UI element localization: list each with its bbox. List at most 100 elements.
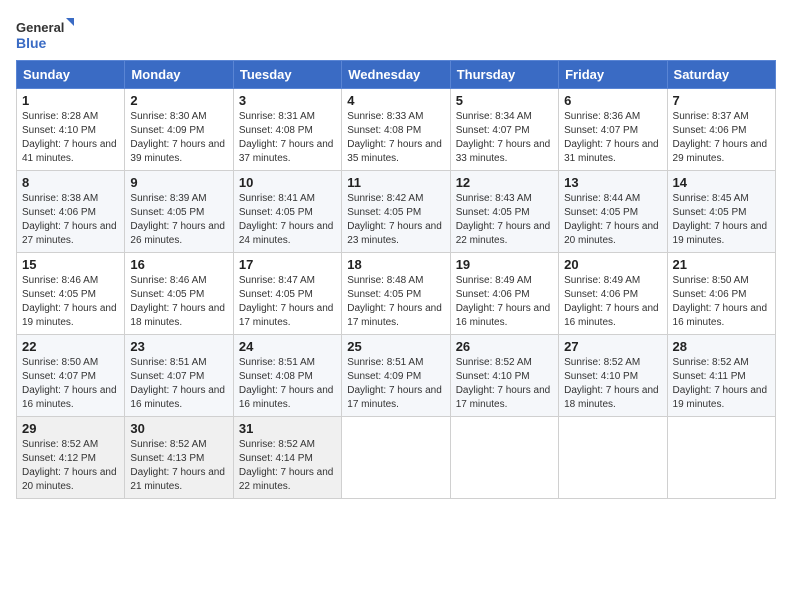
day-info: Sunrise: 8:44 AM Sunset: 4:05 PM Dayligh… — [564, 192, 661, 248]
weekday-header-tuesday: Tuesday — [233, 61, 341, 89]
calendar-cell: 10 Sunrise: 8:41 AM Sunset: 4:05 PM Dayl… — [233, 171, 341, 253]
day-info: Sunrise: 8:52 AM Sunset: 4:14 PM Dayligh… — [239, 438, 336, 494]
day-number: 18 — [347, 257, 444, 272]
day-info: Sunrise: 8:43 AM Sunset: 4:05 PM Dayligh… — [456, 192, 553, 248]
calendar-cell: 16 Sunrise: 8:46 AM Sunset: 4:05 PM Dayl… — [125, 253, 233, 335]
day-info: Sunrise: 8:49 AM Sunset: 4:06 PM Dayligh… — [456, 274, 553, 330]
weekday-header-thursday: Thursday — [450, 61, 558, 89]
day-info: Sunrise: 8:46 AM Sunset: 4:05 PM Dayligh… — [22, 274, 119, 330]
weekday-header-saturday: Saturday — [667, 61, 775, 89]
calendar-header-row: SundayMondayTuesdayWednesdayThursdayFrid… — [17, 61, 776, 89]
calendar-cell: 25 Sunrise: 8:51 AM Sunset: 4:09 PM Dayl… — [342, 335, 450, 417]
weekday-header-wednesday: Wednesday — [342, 61, 450, 89]
day-number: 15 — [22, 257, 119, 272]
day-info: Sunrise: 8:28 AM Sunset: 4:10 PM Dayligh… — [22, 110, 119, 166]
day-number: 19 — [456, 257, 553, 272]
day-info: Sunrise: 8:41 AM Sunset: 4:05 PM Dayligh… — [239, 192, 336, 248]
day-info: Sunrise: 8:31 AM Sunset: 4:08 PM Dayligh… — [239, 110, 336, 166]
calendar-cell: 18 Sunrise: 8:48 AM Sunset: 4:05 PM Dayl… — [342, 253, 450, 335]
day-number: 1 — [22, 93, 119, 108]
day-info: Sunrise: 8:48 AM Sunset: 4:05 PM Dayligh… — [347, 274, 444, 330]
day-number: 8 — [22, 175, 119, 190]
day-number: 31 — [239, 421, 336, 436]
calendar-cell: 11 Sunrise: 8:42 AM Sunset: 4:05 PM Dayl… — [342, 171, 450, 253]
day-number: 28 — [673, 339, 770, 354]
calendar-cell: 9 Sunrise: 8:39 AM Sunset: 4:05 PM Dayli… — [125, 171, 233, 253]
day-number: 29 — [22, 421, 119, 436]
day-number: 27 — [564, 339, 661, 354]
calendar-cell — [342, 417, 450, 499]
day-number: 16 — [130, 257, 227, 272]
calendar-cell: 3 Sunrise: 8:31 AM Sunset: 4:08 PM Dayli… — [233, 89, 341, 171]
day-info: Sunrise: 8:52 AM Sunset: 4:12 PM Dayligh… — [22, 438, 119, 494]
calendar-cell: 28 Sunrise: 8:52 AM Sunset: 4:11 PM Dayl… — [667, 335, 775, 417]
calendar-cell — [450, 417, 558, 499]
day-number: 26 — [456, 339, 553, 354]
calendar-cell: 12 Sunrise: 8:43 AM Sunset: 4:05 PM Dayl… — [450, 171, 558, 253]
day-number: 24 — [239, 339, 336, 354]
day-number: 10 — [239, 175, 336, 190]
day-info: Sunrise: 8:34 AM Sunset: 4:07 PM Dayligh… — [456, 110, 553, 166]
calendar-cell: 7 Sunrise: 8:37 AM Sunset: 4:06 PM Dayli… — [667, 89, 775, 171]
calendar-cell: 31 Sunrise: 8:52 AM Sunset: 4:14 PM Dayl… — [233, 417, 341, 499]
day-number: 2 — [130, 93, 227, 108]
calendar-cell: 27 Sunrise: 8:52 AM Sunset: 4:10 PM Dayl… — [559, 335, 667, 417]
calendar-cell: 2 Sunrise: 8:30 AM Sunset: 4:09 PM Dayli… — [125, 89, 233, 171]
calendar-cell: 5 Sunrise: 8:34 AM Sunset: 4:07 PM Dayli… — [450, 89, 558, 171]
day-info: Sunrise: 8:50 AM Sunset: 4:07 PM Dayligh… — [22, 356, 119, 412]
calendar-cell: 4 Sunrise: 8:33 AM Sunset: 4:08 PM Dayli… — [342, 89, 450, 171]
day-info: Sunrise: 8:51 AM Sunset: 4:07 PM Dayligh… — [130, 356, 227, 412]
day-info: Sunrise: 8:52 AM Sunset: 4:10 PM Dayligh… — [456, 356, 553, 412]
day-number: 12 — [456, 175, 553, 190]
page-header: General Blue — [16, 16, 776, 56]
calendar-cell: 29 Sunrise: 8:52 AM Sunset: 4:12 PM Dayl… — [17, 417, 125, 499]
day-number: 5 — [456, 93, 553, 108]
calendar-cell: 8 Sunrise: 8:38 AM Sunset: 4:06 PM Dayli… — [17, 171, 125, 253]
calendar-cell: 21 Sunrise: 8:50 AM Sunset: 4:06 PM Dayl… — [667, 253, 775, 335]
calendar-cell: 19 Sunrise: 8:49 AM Sunset: 4:06 PM Dayl… — [450, 253, 558, 335]
day-number: 11 — [347, 175, 444, 190]
weekday-header-sunday: Sunday — [17, 61, 125, 89]
svg-text:General: General — [16, 20, 64, 35]
calendar-cell: 23 Sunrise: 8:51 AM Sunset: 4:07 PM Dayl… — [125, 335, 233, 417]
calendar-cell: 30 Sunrise: 8:52 AM Sunset: 4:13 PM Dayl… — [125, 417, 233, 499]
calendar-cell: 14 Sunrise: 8:45 AM Sunset: 4:05 PM Dayl… — [667, 171, 775, 253]
calendar-cell: 15 Sunrise: 8:46 AM Sunset: 4:05 PM Dayl… — [17, 253, 125, 335]
day-info: Sunrise: 8:50 AM Sunset: 4:06 PM Dayligh… — [673, 274, 770, 330]
day-info: Sunrise: 8:45 AM Sunset: 4:05 PM Dayligh… — [673, 192, 770, 248]
day-number: 20 — [564, 257, 661, 272]
day-number: 17 — [239, 257, 336, 272]
day-number: 3 — [239, 93, 336, 108]
calendar-table: SundayMondayTuesdayWednesdayThursdayFrid… — [16, 60, 776, 499]
day-info: Sunrise: 8:30 AM Sunset: 4:09 PM Dayligh… — [130, 110, 227, 166]
day-number: 13 — [564, 175, 661, 190]
day-number: 23 — [130, 339, 227, 354]
day-info: Sunrise: 8:38 AM Sunset: 4:06 PM Dayligh… — [22, 192, 119, 248]
svg-text:Blue: Blue — [16, 35, 47, 51]
day-info: Sunrise: 8:33 AM Sunset: 4:08 PM Dayligh… — [347, 110, 444, 166]
day-info: Sunrise: 8:36 AM Sunset: 4:07 PM Dayligh… — [564, 110, 661, 166]
calendar-cell: 26 Sunrise: 8:52 AM Sunset: 4:10 PM Dayl… — [450, 335, 558, 417]
weekday-header-friday: Friday — [559, 61, 667, 89]
calendar-cell: 24 Sunrise: 8:51 AM Sunset: 4:08 PM Dayl… — [233, 335, 341, 417]
day-info: Sunrise: 8:51 AM Sunset: 4:08 PM Dayligh… — [239, 356, 336, 412]
day-info: Sunrise: 8:42 AM Sunset: 4:05 PM Dayligh… — [347, 192, 444, 248]
calendar-cell — [559, 417, 667, 499]
weekday-header-monday: Monday — [125, 61, 233, 89]
day-number: 30 — [130, 421, 227, 436]
day-number: 22 — [22, 339, 119, 354]
calendar-cell: 22 Sunrise: 8:50 AM Sunset: 4:07 PM Dayl… — [17, 335, 125, 417]
day-number: 7 — [673, 93, 770, 108]
day-number: 6 — [564, 93, 661, 108]
day-number: 4 — [347, 93, 444, 108]
calendar-cell: 1 Sunrise: 8:28 AM Sunset: 4:10 PM Dayli… — [17, 89, 125, 171]
day-info: Sunrise: 8:46 AM Sunset: 4:05 PM Dayligh… — [130, 274, 227, 330]
day-info: Sunrise: 8:49 AM Sunset: 4:06 PM Dayligh… — [564, 274, 661, 330]
day-info: Sunrise: 8:37 AM Sunset: 4:06 PM Dayligh… — [673, 110, 770, 166]
logo: General Blue — [16, 16, 76, 56]
day-info: Sunrise: 8:52 AM Sunset: 4:11 PM Dayligh… — [673, 356, 770, 412]
calendar-cell: 17 Sunrise: 8:47 AM Sunset: 4:05 PM Dayl… — [233, 253, 341, 335]
day-info: Sunrise: 8:47 AM Sunset: 4:05 PM Dayligh… — [239, 274, 336, 330]
calendar-cell: 20 Sunrise: 8:49 AM Sunset: 4:06 PM Dayl… — [559, 253, 667, 335]
logo-svg: General Blue — [16, 16, 76, 56]
